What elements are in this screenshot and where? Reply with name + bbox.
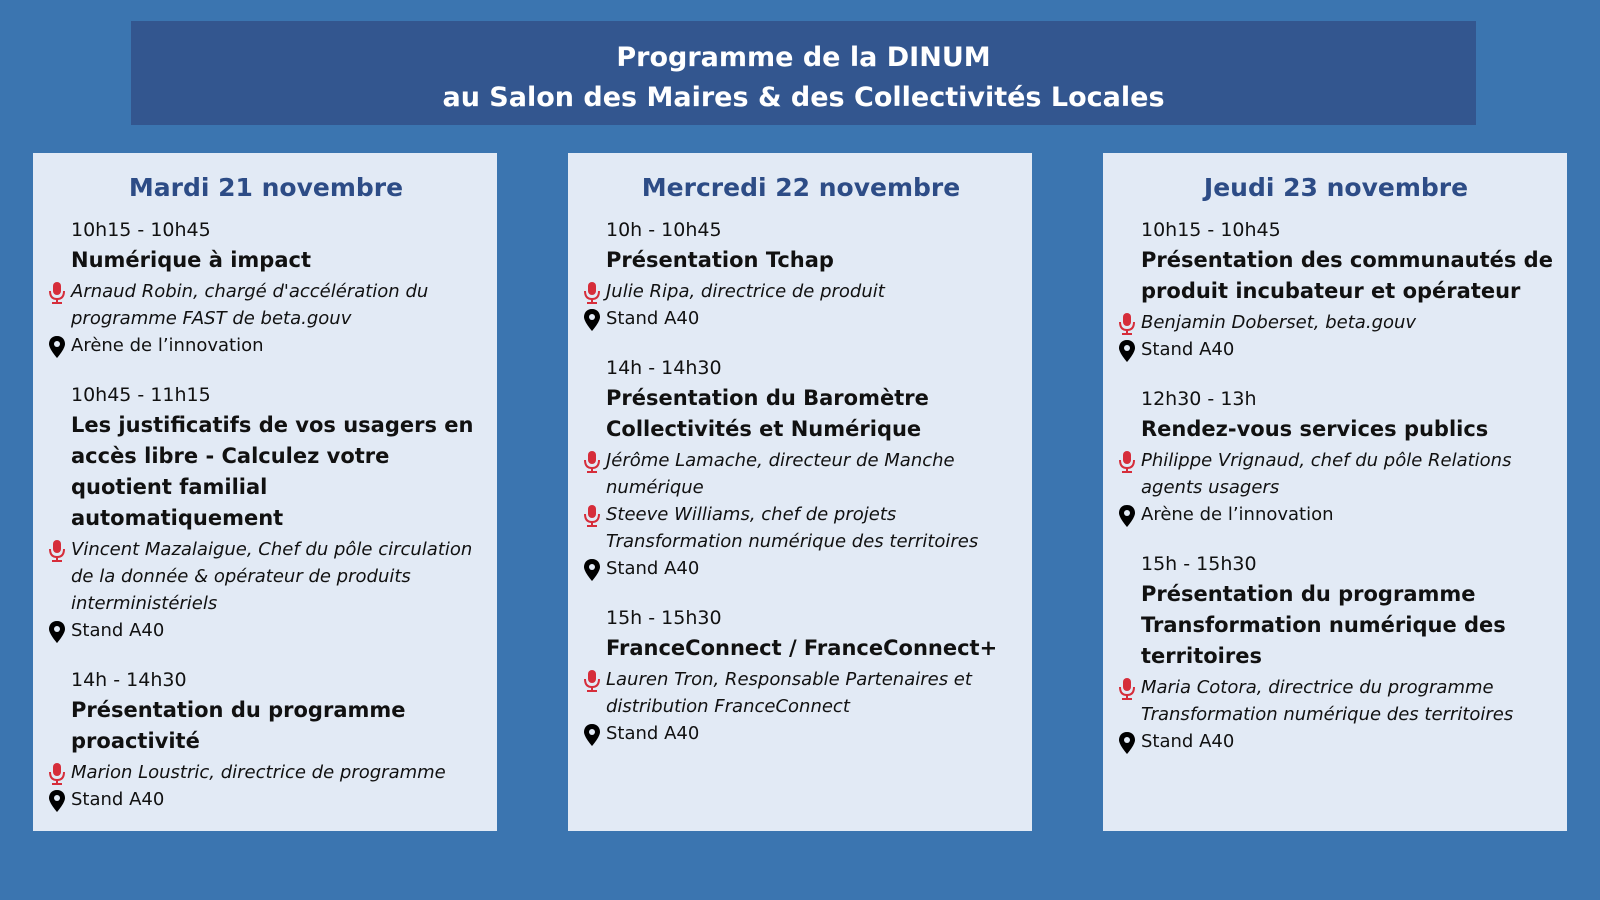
- map-pin-icon: [584, 559, 600, 581]
- session-location: Stand A40: [1141, 731, 1235, 752]
- session-item: 15h - 15h30 Présentation du programme Tr…: [1119, 551, 1555, 756]
- microphone-icon: [584, 282, 600, 304]
- session-time: 14h - 14h30: [606, 357, 722, 379]
- session-location: Stand A40: [606, 308, 700, 329]
- session-title: Présentation des communautés de produit …: [1141, 248, 1553, 303]
- session-location: Stand A40: [606, 723, 700, 744]
- session-item: 14h - 14h30 Présentation du Baromètre Co…: [584, 355, 1020, 583]
- session-time: 15h - 15h30: [606, 607, 722, 629]
- day-title: Mardi 21 novembre: [128, 173, 404, 202]
- session-speaker: Marion Loustric, directrice de programme: [71, 762, 446, 783]
- microphone-icon: [49, 282, 65, 304]
- session-item: 15h - 15h30 FranceConnect / FranceConnec…: [584, 605, 1020, 748]
- map-pin-icon: [49, 336, 65, 358]
- session-speaker: Maria Cotora, directrice du programme Tr…: [1141, 677, 1514, 725]
- day-title: Jeudi 23 novembre: [1203, 173, 1469, 202]
- session-time: 10h15 - 10h45: [1141, 219, 1281, 241]
- map-pin-icon: [1119, 340, 1135, 362]
- session-time: 15h - 15h30: [1141, 553, 1257, 575]
- session-title: FranceConnect / FranceConnect+: [606, 636, 998, 660]
- session-item: 10h45 - 11h15 Les justificatifs de vos u…: [49, 382, 485, 645]
- session-speaker: Jérôme Lamache, directeur de Manche numé…: [606, 450, 955, 498]
- microphone-icon: [584, 670, 600, 692]
- session-item: 12h30 - 13h Rendez-vous services publics…: [1119, 386, 1555, 529]
- page-header: Programme de la DINUM au Salon des Maire…: [131, 21, 1476, 125]
- header-title: Programme de la DINUM: [616, 42, 991, 73]
- session-time: 10h - 10h45: [606, 219, 722, 241]
- map-pin-icon: [1119, 732, 1135, 754]
- day-card-thursday: Jeudi 23 novembre 10h15 - 10h45 Présenta…: [1103, 153, 1567, 831]
- session-location: Stand A40: [71, 789, 165, 810]
- session-speaker: Julie Ripa, directrice de produit: [606, 281, 885, 302]
- microphone-icon: [49, 763, 65, 785]
- session-location: Arène de l’innovation: [71, 335, 264, 356]
- session-speaker: Arnaud Robin, chargé d'accélération du p…: [71, 281, 429, 329]
- session-title: Numérique à impact: [71, 248, 311, 272]
- session-location: Stand A40: [1141, 339, 1235, 360]
- microphone-icon: [1119, 678, 1135, 700]
- map-pin-icon: [1119, 505, 1135, 527]
- map-pin-icon: [49, 790, 65, 812]
- day-card-tuesday: Mardi 21 novembre 10h15 - 10h45 Numériqu…: [33, 153, 497, 831]
- session-location: Stand A40: [71, 620, 165, 641]
- day-title: Mercredi 22 novembre: [641, 173, 961, 202]
- map-pin-icon: [49, 621, 65, 643]
- session-time: 14h - 14h30: [71, 669, 187, 691]
- session-item: 10h - 10h45 Présentation Tchap Julie Rip…: [584, 217, 1020, 333]
- session-speaker: Lauren Tron, Responsable Partenaires et …: [606, 669, 972, 717]
- microphone-icon: [1119, 451, 1135, 473]
- session-title: Présentation du programme proactivité: [71, 698, 406, 753]
- session-title: Rendez-vous services publics: [1141, 417, 1489, 441]
- day-card-wednesday: Mercredi 22 novembre 10h - 10h45 Présent…: [568, 153, 1032, 831]
- session-item: 10h15 - 10h45 Présentation des communaut…: [1119, 217, 1555, 364]
- session-speaker: Philippe Vrignaud, chef du pôle Relation…: [1141, 450, 1512, 498]
- microphone-icon: [584, 505, 600, 527]
- microphone-icon: [584, 451, 600, 473]
- session-item: 10h15 - 10h45 Numérique à impact Arnaud …: [49, 217, 485, 360]
- session-speaker: Benjamin Doberset, beta.gouv: [1141, 312, 1417, 333]
- microphone-icon: [49, 540, 65, 562]
- session-location: Stand A40: [606, 558, 700, 579]
- session-title: Présentation du Baromètre Collectivités …: [606, 386, 929, 441]
- session-time: 10h45 - 11h15: [71, 384, 211, 406]
- session-title: Présentation du programme Transformation…: [1141, 582, 1506, 668]
- session-item: 14h - 14h30 Présentation du programme pr…: [49, 667, 485, 814]
- session-speaker: Vincent Mazalaigue, Chef du pôle circula…: [71, 539, 473, 614]
- session-time: 12h30 - 13h: [1141, 388, 1257, 410]
- session-location: Arène de l’innovation: [1141, 504, 1334, 525]
- session-title: Les justificatifs de vos usagers en accè…: [71, 413, 474, 530]
- map-pin-icon: [584, 724, 600, 746]
- map-pin-icon: [584, 309, 600, 331]
- session-speaker: Steeve Williams, chef de projets Transfo…: [606, 504, 979, 552]
- microphone-icon: [1119, 313, 1135, 335]
- session-title: Présentation Tchap: [606, 248, 834, 272]
- session-time: 10h15 - 10h45: [71, 219, 211, 241]
- header-subtitle: au Salon des Maires & des Collectivités …: [442, 82, 1165, 113]
